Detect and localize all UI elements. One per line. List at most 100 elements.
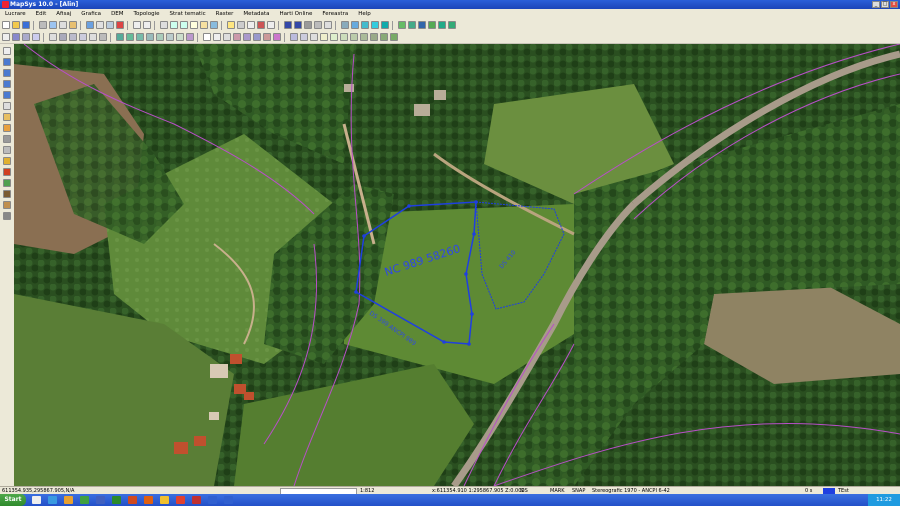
taskbar-ie-icon[interactable] (48, 496, 57, 504)
table-icon[interactable] (96, 21, 104, 29)
zoom-in-icon[interactable] (170, 21, 178, 29)
minimize-button[interactable]: _ (872, 1, 880, 8)
route-icon[interactable] (448, 21, 456, 29)
close-button[interactable]: x (890, 1, 898, 8)
tag-icon[interactable] (263, 33, 271, 41)
zoom-extent-icon[interactable] (190, 21, 198, 29)
style-icon[interactable] (3, 157, 11, 165)
layers-icon[interactable] (86, 21, 94, 29)
maximize-button[interactable]: □ (881, 1, 889, 8)
spline-icon[interactable] (136, 33, 144, 41)
menu-grafica[interactable]: Grafica (76, 9, 106, 19)
symbol-icon[interactable] (233, 33, 241, 41)
arc-icon[interactable] (126, 33, 134, 41)
map-canvas[interactable]: NC 989 58260 DS 399 ANCPI 989 DS 410 (14, 44, 900, 486)
new-file-icon[interactable] (2, 21, 10, 29)
select-icon[interactable] (247, 21, 255, 29)
label-icon[interactable] (213, 33, 221, 41)
taskbar-app-icon[interactable] (80, 496, 89, 504)
refresh-icon[interactable] (210, 21, 218, 29)
mirror-icon[interactable] (99, 33, 107, 41)
frame-icon[interactable] (314, 21, 322, 29)
snap-icon[interactable] (341, 21, 349, 29)
system-tray-clock[interactable]: 11:22 (868, 494, 900, 506)
align-icon[interactable] (89, 33, 97, 41)
legend-icon[interactable] (3, 102, 11, 110)
menu-help[interactable]: Help (353, 9, 376, 19)
survey-icon[interactable] (408, 21, 416, 29)
scissors-icon[interactable] (49, 33, 57, 41)
layer-blue3-icon[interactable] (3, 80, 11, 88)
copy-icon[interactable] (59, 21, 67, 29)
validate-icon[interactable] (370, 33, 378, 41)
simplify-icon[interactable] (350, 33, 358, 41)
ortho-icon[interactable] (3, 190, 11, 198)
export-icon[interactable] (380, 33, 388, 41)
hatch-icon[interactable] (186, 33, 194, 41)
menu-metadata[interactable]: Metadata (238, 9, 274, 19)
layer-manager-icon[interactable] (3, 47, 11, 55)
bounds-icon[interactable] (324, 21, 332, 29)
circle-icon[interactable] (381, 21, 389, 29)
query-icon[interactable] (3, 124, 11, 132)
line-icon[interactable] (267, 21, 275, 29)
dimension-icon[interactable] (243, 33, 251, 41)
polygon-icon[interactable] (294, 21, 302, 29)
union-icon[interactable] (310, 33, 318, 41)
taskbar-mapsys-icon[interactable] (208, 496, 217, 504)
report-icon[interactable] (3, 135, 11, 143)
chamfer-icon[interactable] (176, 33, 184, 41)
menu-harti-online[interactable]: Harti Online (274, 9, 317, 19)
print-icon[interactable] (39, 21, 47, 29)
undo-icon[interactable] (133, 21, 141, 29)
mark-icon[interactable] (273, 33, 281, 41)
pick-icon[interactable] (12, 33, 20, 41)
trim-icon[interactable] (156, 33, 164, 41)
menu-strat-tematic[interactable]: Strat tematic (164, 9, 210, 19)
dissolve-icon[interactable] (340, 33, 348, 41)
globe-icon[interactable] (438, 21, 446, 29)
zoom-out-icon[interactable] (180, 21, 188, 29)
taskbar-opera-icon[interactable] (192, 496, 201, 504)
settings-icon[interactable] (3, 212, 11, 220)
annotate-icon[interactable] (223, 33, 231, 41)
preview-icon[interactable] (49, 21, 57, 29)
paste-icon[interactable] (69, 21, 77, 29)
menu-lucrare[interactable]: Lucrare (0, 9, 31, 19)
taskbar-vlc-icon[interactable] (144, 496, 153, 504)
menu-edit[interactable]: Edit (31, 9, 52, 19)
move-icon[interactable] (22, 33, 30, 41)
rotate-icon[interactable] (32, 33, 40, 41)
attribute-icon[interactable] (3, 113, 11, 121)
square-icon[interactable] (284, 21, 292, 29)
intersect-icon[interactable] (300, 33, 308, 41)
check-icon[interactable] (360, 33, 368, 41)
open-folder-icon[interactable] (12, 21, 20, 29)
redo-icon[interactable] (143, 21, 151, 29)
dem-icon[interactable] (3, 201, 11, 209)
import-icon[interactable] (390, 33, 398, 41)
taskbar-mapsys-active-icon[interactable] (224, 496, 233, 504)
fillet-icon[interactable] (166, 33, 174, 41)
leader-icon[interactable] (253, 33, 261, 41)
menu-fereastra[interactable]: Fereastra (317, 9, 353, 19)
vertex-icon[interactable] (290, 33, 298, 41)
station-icon[interactable] (418, 21, 426, 29)
polyline-icon[interactable] (116, 33, 124, 41)
save-icon[interactable] (22, 21, 30, 29)
plot-icon[interactable] (3, 146, 11, 154)
traverse-icon[interactable] (428, 21, 436, 29)
taskbar-pdf-icon[interactable] (128, 496, 137, 504)
area-icon[interactable] (371, 21, 379, 29)
taskbar-excel-icon[interactable] (112, 496, 121, 504)
taskbar-chrome-icon[interactable] (176, 496, 185, 504)
extend-icon[interactable] (146, 33, 154, 41)
pan-icon[interactable] (200, 21, 208, 29)
menu-raster[interactable]: Raster (211, 9, 239, 19)
grid-icon[interactable] (106, 21, 114, 29)
taskbar-explorer-icon[interactable] (32, 496, 41, 504)
trace-icon[interactable] (351, 21, 359, 29)
start-button[interactable]: Start (0, 494, 26, 506)
buffer-icon[interactable] (330, 33, 338, 41)
raster-icon[interactable] (3, 179, 11, 187)
